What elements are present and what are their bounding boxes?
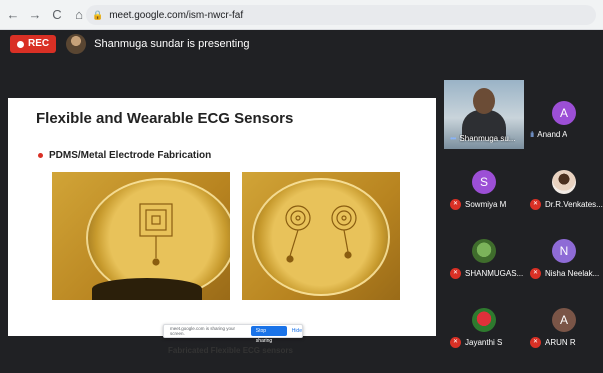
participant-tile[interactable]: ✕ Dr.R.Venkates... (524, 149, 603, 218)
electrode-photo-1 (52, 172, 230, 300)
audio-level-icon: ••• (450, 134, 456, 143)
slide-title: Flexible and Wearable ECG Sensors (36, 110, 294, 127)
avatar: S (472, 170, 496, 194)
mic-off-icon: ✕ (450, 337, 461, 348)
avatar (552, 170, 576, 194)
participant-tile[interactable]: S ✕ Sowmiya M (444, 149, 524, 218)
mic-off-icon: ✕ (450, 268, 461, 279)
slide-caption: Fabricated Flexible ECG sensors (168, 346, 293, 355)
avatar: A (552, 308, 576, 332)
slide-bullet: PDMS/Metal Electrode Fabrication (38, 150, 211, 161)
participant-name: Shanmuga su... (459, 134, 516, 143)
participant-name: SHANMUGAS... (465, 269, 524, 278)
audio-level-icon: ılı (530, 130, 534, 139)
shared-slide: Flexible and Wearable ECG Sensors PDMS/M… (8, 98, 436, 370)
participant-name: Dr.R.Venkates... (545, 200, 603, 209)
back-icon[interactable]: ← (4, 6, 22, 24)
avatar: N (552, 239, 576, 263)
participant-tile[interactable]: A ılı Anand A (524, 80, 603, 149)
screen-share-bar: meet.google.com is sharing your screen. … (163, 324, 303, 344)
participant-tile[interactable]: ✕ SHANMUGAS... (444, 218, 524, 287)
circular-electrode-pattern (285, 205, 357, 263)
participant-name: Jayanthi S (465, 338, 503, 347)
participant-name: Anand A (537, 130, 568, 139)
rec-label: REC (28, 38, 50, 49)
participant-name: ARUN R (545, 338, 576, 347)
reload-icon[interactable]: C (48, 6, 66, 24)
presenter-avatar (66, 34, 87, 54)
participant-tile[interactable]: A ✕ ARUN R (524, 287, 603, 356)
bullet-text: PDMS/Metal Electrode Fabrication (49, 150, 212, 161)
url-text: meet.google.com/ism-nwcr-faf (109, 9, 244, 21)
meeting-header: REC Shanmuga sundar is presenting (0, 30, 603, 58)
avatar: A (552, 101, 576, 125)
mic-off-icon: ✕ (530, 337, 541, 348)
bullet-dot-icon (38, 153, 43, 158)
browser-toolbar: ← → C ⌂ 🔒 meet.google.com/ism-nwcr-faf (0, 0, 603, 30)
lock-icon: 🔒 (92, 9, 104, 20)
forward-icon[interactable]: → (26, 6, 44, 24)
presentation-stage: Flexible and Wearable ECG Sensors PDMS/M… (0, 58, 444, 373)
mic-off-icon: ✕ (450, 199, 461, 210)
participant-name: Sowmiya M (465, 200, 507, 209)
record-dot-icon (17, 40, 24, 48)
electrode-photo-2 (242, 172, 400, 300)
square-electrode-pattern (139, 203, 173, 266)
avatar (472, 239, 496, 263)
address-bar[interactable]: 🔒 meet.google.com/ism-nwcr-faf (86, 5, 596, 25)
meet-window: ← → C ⌂ 🔒 meet.google.com/ism-nwcr-faf R… (0, 0, 603, 373)
mic-off-icon: ✕ (530, 268, 541, 279)
presenting-text: Shanmuga sundar is presenting (94, 38, 250, 50)
hide-button[interactable]: Hide (292, 328, 302, 334)
share-status-text: meet.google.com is sharing your screen. (170, 326, 236, 336)
bottom-bar (0, 356, 603, 373)
mic-off-icon: ✕ (530, 199, 541, 210)
participant-tile[interactable]: ••• Shanmuga su... (444, 80, 524, 149)
participant-grid: ••• Shanmuga su... A ılı Anand A S ✕ Sow… (444, 80, 603, 356)
participant-tile[interactable]: ✕ Jayanthi S (444, 287, 524, 356)
stop-sharing-button[interactable]: Stop sharing (250, 326, 287, 344)
participant-name: Nisha Neelak... (545, 269, 600, 278)
recording-badge: REC (10, 35, 57, 53)
avatar (472, 308, 496, 332)
participant-tile[interactable]: N ✕ Nisha Neelak... (524, 218, 603, 287)
